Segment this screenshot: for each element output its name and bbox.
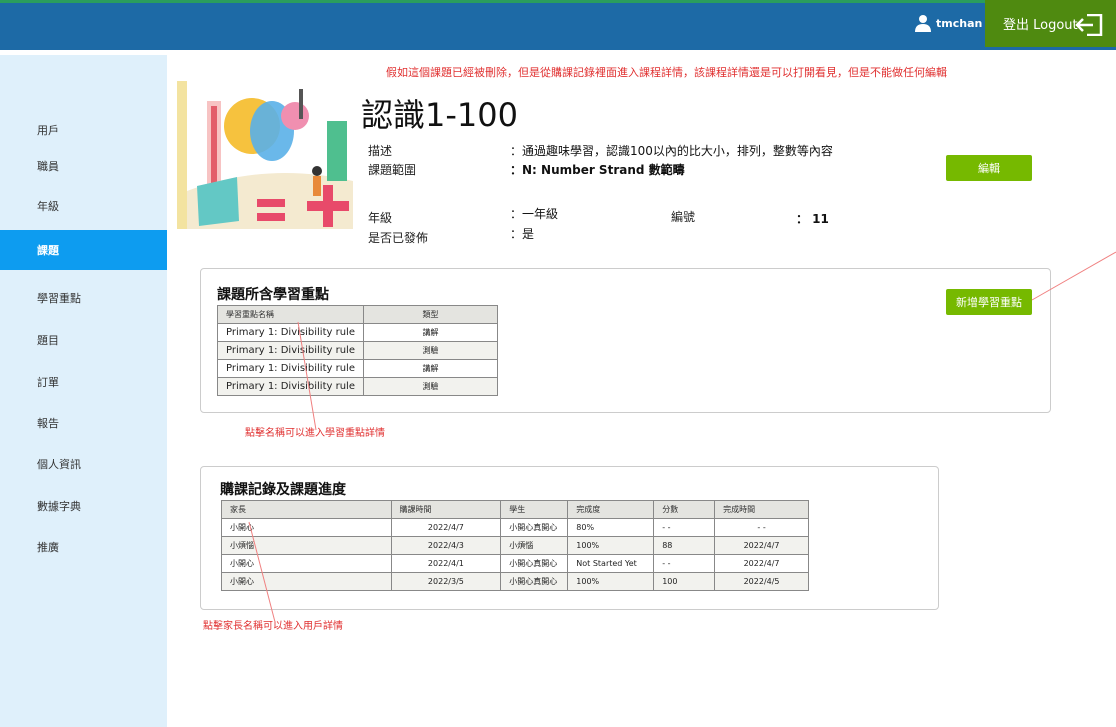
col-point-name: 學習重點名稱 bbox=[217, 305, 364, 324]
learning-points-title: 課題所含學習重點 bbox=[217, 287, 329, 303]
score: 100 bbox=[653, 572, 716, 591]
table-row: 小開心 2022/4/1 小開心真開心 Not Started Yet - - … bbox=[221, 554, 809, 573]
desc-label: 描述 bbox=[368, 144, 393, 158]
point-name-link[interactable]: Primary 1: Divisibility rule bbox=[217, 359, 364, 378]
grade-label: 年級 bbox=[368, 211, 393, 225]
scope-label: 課題範圍 bbox=[368, 163, 417, 177]
student: 小開心真開心 bbox=[500, 518, 569, 537]
sidebar: 用戶 職員 年級 課題 學習重點 題目 訂單 報告 個人資訊 數據字典 推廣 bbox=[0, 55, 167, 727]
course-illustration bbox=[177, 81, 353, 229]
table-row: Primary 1: Divisibility rule 測驗 bbox=[217, 377, 499, 396]
scope-value: ：N: Number Strand 數範疇 bbox=[510, 163, 685, 177]
add-learning-point-button[interactable]: 新增學習重點 bbox=[946, 289, 1032, 315]
score: - - bbox=[653, 518, 716, 537]
purchase-time: 2022/4/3 bbox=[390, 536, 502, 555]
id-label: 編號 bbox=[671, 210, 696, 224]
complete-time: 2022/4/7 bbox=[714, 536, 809, 555]
sidebar-item-staff[interactable]: 職員 bbox=[0, 146, 167, 186]
note-top: 假如這個課題已經被刪除，但是從購課記錄裡面進入課程詳情，該課程詳情還是可以打開看… bbox=[386, 66, 947, 79]
progress: 80% bbox=[567, 518, 655, 537]
point-name-link[interactable]: Primary 1: Divisibility rule bbox=[217, 341, 364, 360]
logout-button[interactable]: 登出 Logout bbox=[985, 0, 1116, 47]
score: - - bbox=[653, 554, 716, 573]
sidebar-item-learning-points[interactable]: 學習重點 bbox=[0, 278, 167, 318]
table-row: 小開心 2022/3/5 小開心真開心 100% 100 2022/4/5 bbox=[221, 572, 809, 591]
note-learning-points: 點擊名稱可以進入學習重點詳情 bbox=[245, 428, 385, 439]
point-type: 講解 bbox=[362, 323, 499, 342]
sidebar-item-orders[interactable]: 訂單 bbox=[0, 362, 167, 402]
sidebar-item-grades[interactable]: 年級 bbox=[0, 186, 167, 226]
logout-icon bbox=[1075, 14, 1103, 36]
purchase-time: 2022/4/1 bbox=[390, 554, 502, 573]
point-type: 講解 bbox=[362, 359, 499, 378]
username: tmchan bbox=[936, 16, 983, 30]
progress: 100% bbox=[567, 572, 655, 591]
published-label: 是否已發佈 bbox=[368, 231, 429, 245]
purchase-time: 2022/3/5 bbox=[390, 572, 502, 591]
col-score: 分數 bbox=[653, 500, 716, 519]
parent-link[interactable]: 小開心 bbox=[221, 572, 392, 591]
purchases-table: 家長 購課時間 學生 完成度 分數 完成時間 小開心 2022/4/7 小開心真… bbox=[221, 500, 809, 591]
student: 小開心真開心 bbox=[500, 554, 569, 573]
student: 小開心真開心 bbox=[500, 572, 569, 591]
purchase-time: 2022/4/7 bbox=[390, 518, 502, 537]
complete-time: 2022/4/7 bbox=[714, 554, 809, 573]
purchases-title: 購課記錄及課題進度 bbox=[220, 482, 346, 498]
edit-button[interactable]: 編輯 bbox=[946, 155, 1032, 181]
table-row: Primary 1: Divisibility rule 測驗 bbox=[217, 341, 499, 360]
point-type: 測驗 bbox=[362, 341, 499, 360]
col-type: 類型 bbox=[362, 305, 499, 324]
sidebar-item-questions[interactable]: 題目 bbox=[0, 320, 167, 360]
sidebar-item-data-dictionary[interactable]: 數據字典 bbox=[0, 486, 167, 526]
course-title: 認識1-100 bbox=[361, 96, 518, 134]
point-name-link[interactable]: Primary 1: Divisibility rule bbox=[217, 377, 364, 396]
grade-value: ：一年級 bbox=[510, 207, 559, 221]
col-progress: 完成度 bbox=[567, 500, 655, 519]
complete-time: - - bbox=[714, 518, 809, 537]
sidebar-item-users[interactable]: 用戶 bbox=[0, 110, 167, 150]
parent-link[interactable]: 小開心 bbox=[221, 518, 392, 537]
user-menu[interactable]: tmchan bbox=[914, 14, 982, 32]
col-parent: 家長 bbox=[221, 500, 392, 519]
parent-link[interactable]: 小開心 bbox=[221, 554, 392, 573]
sidebar-item-profile[interactable]: 個人資訊 bbox=[0, 444, 167, 484]
point-type: 測驗 bbox=[362, 377, 499, 396]
logout-label: 登出 Logout bbox=[1003, 18, 1078, 33]
table-row: 小開心 2022/4/7 小開心真開心 80% - - - - bbox=[221, 518, 809, 537]
col-purchase-time: 購課時間 bbox=[390, 500, 502, 519]
user-icon bbox=[915, 15, 931, 32]
sidebar-item-promotion[interactable]: 推廣 bbox=[0, 527, 167, 567]
id-value: ： 11 bbox=[796, 212, 829, 226]
published-value: ：是 bbox=[510, 227, 535, 241]
progress: 100% bbox=[567, 536, 655, 555]
note-parent: 點擊家長名稱可以進入用戶詳情 bbox=[203, 621, 343, 632]
table-row: 小煩惱 2022/4/3 小煩惱 100% 88 2022/4/7 bbox=[221, 536, 809, 555]
parent-link[interactable]: 小煩惱 bbox=[221, 536, 392, 555]
col-student: 學生 bbox=[500, 500, 569, 519]
sidebar-item-topics[interactable]: 課題 bbox=[0, 230, 167, 270]
sidebar-item-reports[interactable]: 報告 bbox=[0, 403, 167, 443]
student: 小煩惱 bbox=[500, 536, 569, 555]
col-complete-time: 完成時間 bbox=[714, 500, 809, 519]
table-row: Primary 1: Divisibility rule 講解 bbox=[217, 323, 499, 342]
progress: Not Started Yet bbox=[567, 554, 655, 573]
score: 88 bbox=[653, 536, 716, 555]
point-name-link[interactable]: Primary 1: Divisibility rule bbox=[217, 323, 364, 342]
complete-time: 2022/4/5 bbox=[714, 572, 809, 591]
table-row: Primary 1: Divisibility rule 講解 bbox=[217, 359, 499, 378]
learning-points-table: 學習重點名稱 類型 Primary 1: Divisibility rule 講… bbox=[217, 305, 499, 396]
desc-value: ：通過趣味學習，認識100以內的比大小，排列，整數等內容 bbox=[510, 144, 833, 158]
